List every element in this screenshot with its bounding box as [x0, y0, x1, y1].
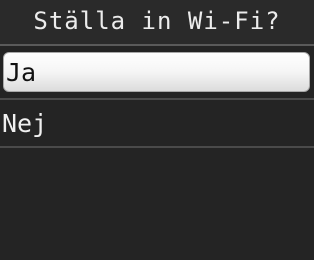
- menu-option-label: Ja: [6, 58, 37, 87]
- title-bar: Ställa in Wi-Fi?: [0, 0, 314, 46]
- menu-option-ja[interactable]: Ja: [3, 52, 310, 92]
- menu-option-label: Nej: [2, 109, 48, 138]
- menu-list: Ja Nej: [0, 48, 314, 148]
- menu-option-nej[interactable]: Nej: [0, 98, 314, 148]
- lcd-screen: Ställa in Wi-Fi? Ja Nej: [0, 0, 320, 260]
- screen-title: Ställa in Wi-Fi?: [33, 7, 281, 35]
